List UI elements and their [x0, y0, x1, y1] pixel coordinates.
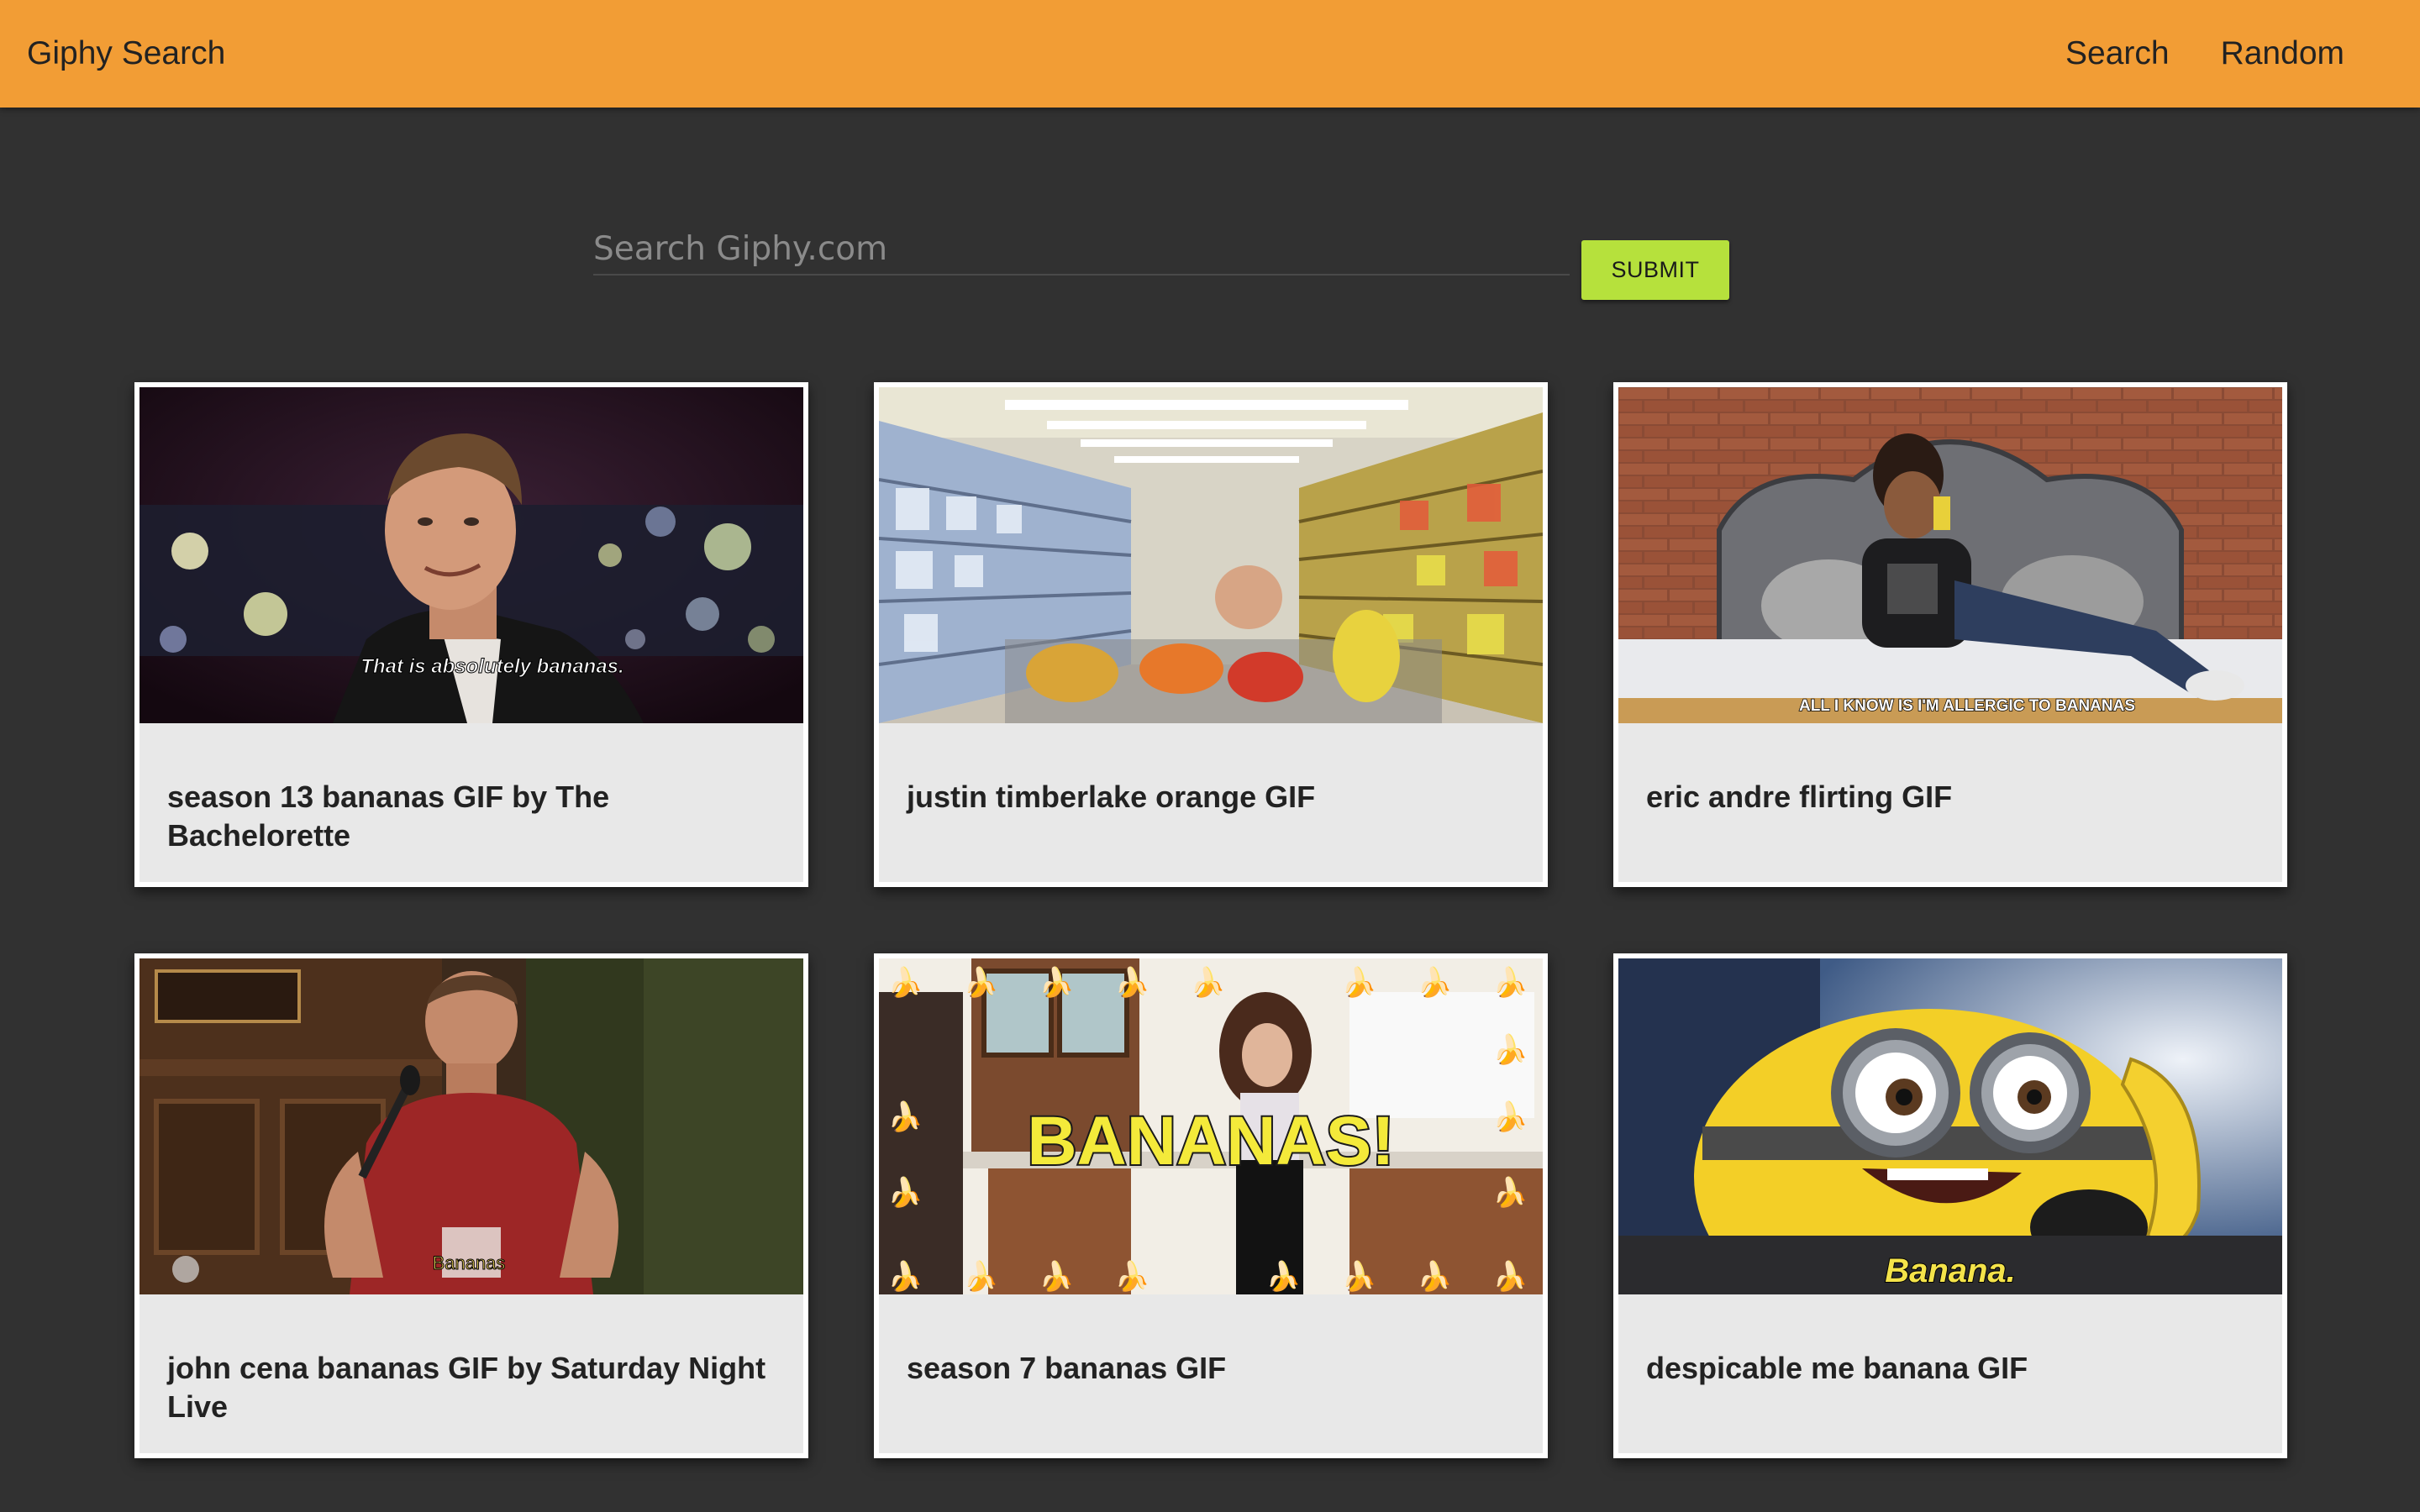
svg-text:🍌: 🍌 — [887, 966, 923, 1000]
svg-text:🍌: 🍌 — [1114, 1260, 1150, 1294]
svg-text:🍌: 🍌 — [1190, 966, 1225, 1000]
nav-link-search[interactable]: Search — [2065, 35, 2170, 72]
search-input[interactable] — [593, 223, 1570, 276]
gif-card[interactable]: That is absolutely bananas. season 13 ba… — [134, 382, 808, 887]
gif-image[interactable]: 🍌 🍌 🍌 🍌 🍌 🍌 🍌 🍌 🍌 🍌 🍌 🍌 🍌 🍌 🍌 🍌 🍌 🍌 🍌 🍌 … — [879, 958, 1543, 1294]
svg-text:🍌: 🍌 — [1341, 966, 1376, 1000]
gif-image[interactable]: That is absolutely bananas. — [139, 387, 803, 723]
svg-text:🍌: 🍌 — [1341, 1260, 1376, 1294]
submit-button[interactable]: SUBMIT — [1581, 240, 1729, 300]
svg-text:🍌: 🍌 — [1039, 966, 1074, 1000]
gif-title: despicable me banana GIF — [1646, 1351, 2028, 1385]
svg-text:🍌: 🍌 — [1114, 966, 1150, 1000]
gif-title: season 13 bananas GIF by The Bachelorett… — [167, 780, 610, 853]
gif-caption: BANANAS! — [1027, 1103, 1394, 1179]
nav-link-random[interactable]: Random — [2221, 35, 2344, 72]
gif-title: season 7 bananas GIF — [907, 1351, 1227, 1385]
svg-text:🍌: 🍌 — [1492, 1033, 1528, 1067]
svg-text:🍌: 🍌 — [1492, 1260, 1528, 1294]
nav-links: Search Random — [2014, 0, 2344, 108]
svg-text:🍌: 🍌 — [963, 1260, 998, 1294]
navbar: Giphy Search Search Random — [0, 0, 2420, 108]
gif-card[interactable]: Banana. despicable me banana GIF — [1613, 953, 2287, 1458]
gif-caption: Bananas — [433, 1252, 506, 1273]
gif-image[interactable] — [879, 387, 1543, 723]
brand-link[interactable]: Giphy Search — [27, 0, 225, 108]
gif-caption: ALL I KNOW IS I'M ALLERGIC TO BANANAS — [1799, 697, 2135, 715]
svg-text:🍌: 🍌 — [887, 1100, 923, 1134]
svg-text:🍌: 🍌 — [1492, 1176, 1528, 1210]
gif-caption: That is absolutely bananas. — [360, 655, 623, 678]
svg-text:🍌: 🍌 — [1417, 1260, 1452, 1294]
svg-text:🍌: 🍌 — [1039, 1260, 1074, 1294]
svg-text:🍌: 🍌 — [887, 1260, 923, 1294]
gif-card[interactable]: justin timberlake orange GIF — [874, 382, 1548, 887]
gif-card[interactable]: 🍌 🍌 🍌 🍌 🍌 🍌 🍌 🍌 🍌 🍌 🍌 🍌 🍌 🍌 🍌 🍌 🍌 🍌 🍌 🍌 … — [874, 953, 1548, 1458]
gif-image[interactable]: Banana. — [1618, 958, 2282, 1294]
svg-text:🍌: 🍌 — [1492, 1100, 1528, 1134]
gif-title: john cena bananas GIF by Saturday Night … — [167, 1351, 766, 1424]
gif-caption: Banana. — [1885, 1252, 2016, 1289]
gif-card[interactable]: ALL I KNOW IS I'M ALLERGIC TO BANANAS er… — [1613, 382, 2287, 887]
gif-title: justin timberlake orange GIF — [907, 780, 1316, 814]
svg-text:🍌: 🍌 — [1265, 1260, 1301, 1294]
gif-image[interactable]: ALL I KNOW IS I'M ALLERGIC TO BANANAS — [1618, 387, 2282, 723]
gif-title: eric andre flirting GIF — [1646, 780, 1953, 814]
gif-image[interactable]: Bananas — [139, 958, 803, 1294]
gif-card[interactable]: Bananas john cena bananas GIF by Saturda… — [134, 953, 808, 1458]
svg-text:🍌: 🍌 — [887, 1176, 923, 1210]
svg-text:🍌: 🍌 — [1417, 966, 1452, 1000]
svg-text:🍌: 🍌 — [963, 966, 998, 1000]
svg-text:🍌: 🍌 — [1492, 966, 1528, 1000]
